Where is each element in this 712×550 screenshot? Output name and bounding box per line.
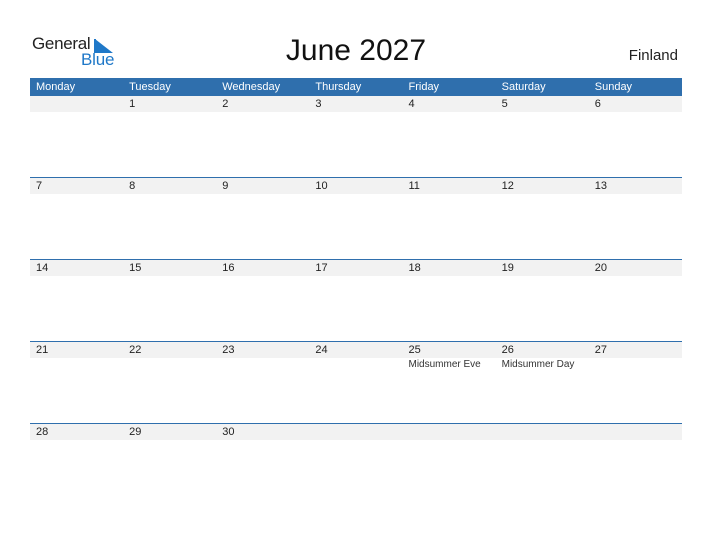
day-number: 29 <box>129 426 142 438</box>
week-row: 21 22 23 24 25 Midsummer Eve 26 Midsummer Day 27 <box>30 341 682 423</box>
day-cell <box>403 424 496 440</box>
day-cell: 10 <box>309 178 402 194</box>
day-cell: 25 Midsummer Eve <box>403 342 496 370</box>
day-cell: 21 <box>30 342 123 358</box>
day-number: 22 <box>129 344 142 356</box>
day-cell: 5 <box>496 96 589 112</box>
day-cell: 16 <box>216 260 309 276</box>
day-number: 26 <box>501 344 514 356</box>
day-number: 20 <box>594 262 607 274</box>
holiday-label: Midsummer Day <box>501 359 575 370</box>
week-row: 7 8 9 10 11 12 13 <box>30 177 682 259</box>
week-row: 28 29 30 <box>30 423 682 505</box>
day-cell: 23 <box>216 342 309 358</box>
day-number: 11 <box>408 180 420 192</box>
day-cell: 27 <box>589 342 682 358</box>
day-number: 5 <box>501 98 508 110</box>
day-cell: 12 <box>496 178 589 194</box>
weekday-header: Monday Tuesday Wednesday Thursday Friday… <box>30 78 682 96</box>
week-row: 14 15 16 17 18 19 20 <box>30 259 682 341</box>
day-cell: 15 <box>123 260 216 276</box>
day-cell: 3 <box>309 96 402 112</box>
day-cell: 8 <box>123 178 216 194</box>
day-cell: 18 <box>403 260 496 276</box>
weekday-monday: Monday <box>36 81 76 93</box>
day-number: 12 <box>501 180 514 192</box>
day-cell: 17 <box>309 260 402 276</box>
day-cell <box>30 96 123 112</box>
day-cell: 29 <box>123 424 216 440</box>
day-cell <box>589 424 682 440</box>
day-number: 10 <box>315 180 328 192</box>
day-number: 16 <box>222 262 235 274</box>
day-number: 13 <box>594 180 607 192</box>
day-number: 27 <box>594 344 607 356</box>
day-number: 6 <box>594 98 601 110</box>
day-cell <box>309 424 402 440</box>
day-cell: 11 <box>403 178 496 194</box>
day-cell: 20 <box>589 260 682 276</box>
weekday-tuesday: Tuesday <box>129 81 171 93</box>
weekday-sunday: Sunday <box>594 81 633 93</box>
day-number: 17 <box>315 262 328 274</box>
day-number: 28 <box>36 426 49 438</box>
day-number: 24 <box>315 344 328 356</box>
day-cell: 14 <box>30 260 123 276</box>
weekday-saturday: Saturday <box>501 81 546 93</box>
day-cell: 28 <box>30 424 123 440</box>
day-number: 1 <box>129 98 136 110</box>
week-row: 1 2 3 4 5 6 <box>30 96 682 177</box>
day-number: 30 <box>222 426 235 438</box>
day-cell: 4 <box>403 96 496 112</box>
day-cell: 26 Midsummer Day <box>496 342 589 370</box>
day-number: 7 <box>36 180 43 192</box>
date-bar: 28 29 30 <box>30 424 682 440</box>
day-cell: 2 <box>216 96 309 112</box>
day-number: 9 <box>222 180 229 192</box>
day-number: 15 <box>129 262 142 274</box>
date-bar: 14 15 16 17 18 19 20 <box>30 260 682 276</box>
day-number: 23 <box>222 344 235 356</box>
day-cell: 9 <box>216 178 309 194</box>
weekday-thursday: Thursday <box>315 81 362 93</box>
weekday-wednesday: Wednesday <box>222 81 281 93</box>
date-bar: 21 22 23 24 25 Midsummer Eve 26 Midsummer Day 27 <box>30 342 682 370</box>
day-number: 8 <box>129 180 136 192</box>
country-label: Finland <box>628 47 678 64</box>
date-bar: 1 2 3 4 5 6 <box>30 96 682 112</box>
weeks-container: 1 2 3 4 5 6 7 8 9 10 11 12 13 14 15 16 17 18 19 20 21 22 23 24 2… <box>30 96 682 505</box>
day-number: 19 <box>501 262 514 274</box>
day-cell <box>496 424 589 440</box>
day-number: 3 <box>315 98 322 110</box>
day-number: 2 <box>222 98 229 110</box>
day-number: 18 <box>408 262 421 274</box>
date-bar: 7 8 9 10 11 12 13 <box>30 178 682 194</box>
day-cell: 6 <box>589 96 682 112</box>
day-cell: 30 <box>216 424 309 440</box>
day-number: 25 <box>408 344 421 356</box>
day-cell: 1 <box>123 96 216 112</box>
day-cell: 19 <box>496 260 589 276</box>
calendar-grid: Monday Tuesday Wednesday Thursday Friday… <box>30 78 682 505</box>
day-number: 4 <box>408 98 415 110</box>
page-title: June 2027 <box>285 34 427 67</box>
day-number: 21 <box>36 344 49 356</box>
day-cell: 22 <box>123 342 216 358</box>
day-cell: 13 <box>589 178 682 194</box>
day-number: 14 <box>36 262 49 274</box>
holiday-label: Midsummer Eve <box>408 359 481 370</box>
day-cell: 7 <box>30 178 123 194</box>
day-cell: 24 <box>309 342 402 358</box>
weekday-friday: Friday <box>408 81 440 93</box>
